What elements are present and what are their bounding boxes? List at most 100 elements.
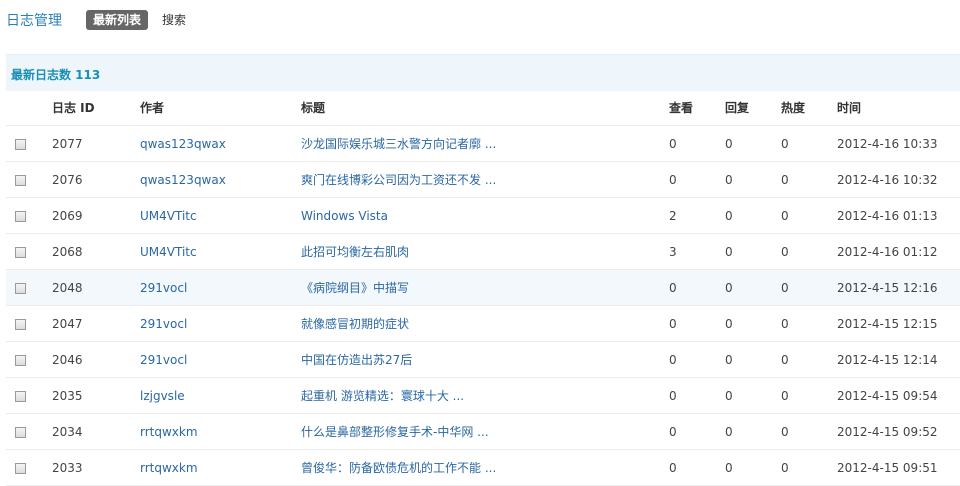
row-id: 2046 [52, 341, 140, 378]
row-replies: 0 [725, 125, 781, 162]
author-link[interactable]: rrtqwxkm [140, 461, 198, 475]
row-replies: 0 [725, 413, 781, 450]
table-row: 2046 291vocl 中国在仿造出苏27后 0 0 0 2012-4-15 … [6, 341, 960, 378]
row-heat: 0 [781, 377, 837, 414]
row-checkbox[interactable] [15, 426, 26, 438]
row-heat: 0 [781, 449, 837, 486]
title-link[interactable]: 就像感冒初期的症状 [301, 317, 409, 331]
row-time: 2012-4-15 12:16 [837, 269, 960, 306]
row-time: 2012-4-15 12:14 [837, 341, 960, 378]
author-link[interactable]: UM4VTitc [140, 209, 197, 223]
row-time: 2012-4-15 12:15 [837, 305, 960, 342]
row-checkbox[interactable] [15, 246, 26, 258]
table-row: 2047 291vocl 就像感冒初期的症状 0 0 0 2012-4-15 1… [6, 305, 960, 342]
row-time: 2012-4-16 01:13 [837, 197, 960, 234]
author-link[interactable]: UM4VTitc [140, 245, 197, 259]
row-time: 2012-4-15 09:52 [837, 413, 960, 450]
title-link[interactable]: 什么是鼻部整形修复手术-中华网 ... [301, 425, 489, 439]
row-id: 2034 [52, 413, 140, 450]
author-link[interactable]: 291vocl [140, 353, 187, 367]
table-row: 2048 291vocl 《病院纲目》中描写 0 0 0 2012-4-15 1… [6, 269, 960, 306]
row-views: 0 [669, 377, 725, 414]
row-views: 0 [669, 305, 725, 342]
table-row: 2069 UM4VTitc Windows Vista 2 0 0 2012-4… [6, 197, 960, 234]
row-id: 2048 [52, 269, 140, 306]
row-replies: 0 [725, 269, 781, 306]
header-time: 时间 [837, 90, 960, 126]
tab-latest-list[interactable]: 最新列表 [86, 10, 149, 30]
title-link[interactable]: 沙龙国际娱乐城三水警方向记者廓 ... [301, 137, 496, 151]
author-link[interactable]: 291vocl [140, 317, 187, 331]
row-time: 2012-4-15 09:54 [837, 377, 960, 414]
row-replies: 0 [725, 377, 781, 414]
title-link[interactable]: 此招可均衡左右肌肉 [301, 245, 409, 259]
tab-search[interactable]: 搜索 [162, 10, 186, 30]
title-link[interactable]: 《病院纲目》中描写 [301, 281, 409, 295]
header-title: 标题 [301, 90, 669, 126]
panel-header: 最新日志数 113 [6, 54, 960, 91]
top-nav: 日志管理 最新列表 搜索 [0, 0, 960, 40]
row-id: 2069 [52, 197, 140, 234]
log-table: 日志 ID 作者 标题 查看 回复 热度 时间 2077 qwas123qwax… [6, 90, 960, 486]
row-time: 2012-4-16 01:12 [837, 233, 960, 270]
row-views: 3 [669, 233, 725, 270]
author-link[interactable]: rrtqwxkm [140, 425, 198, 439]
row-replies: 0 [725, 449, 781, 486]
row-checkbox[interactable] [15, 318, 26, 330]
table-row: 2035 lzjgvsle 起重机 游览精选：寰球十大 ... 0 0 0 20… [6, 377, 960, 414]
row-heat: 0 [781, 197, 837, 234]
row-views: 0 [669, 161, 725, 198]
row-views: 2 [669, 197, 725, 234]
row-id: 2077 [52, 125, 140, 162]
row-replies: 0 [725, 341, 781, 378]
author-link[interactable]: qwas123qwax [140, 137, 226, 151]
row-time: 2012-4-15 09:51 [837, 449, 960, 486]
author-link[interactable]: qwas123qwax [140, 173, 226, 187]
row-replies: 0 [725, 233, 781, 270]
page-title: 日志管理 [6, 13, 62, 29]
row-heat: 0 [781, 233, 837, 270]
title-link[interactable]: 爽门在线博彩公司因为工资还不发 ... [301, 173, 496, 187]
row-checkbox[interactable] [15, 354, 26, 366]
author-link[interactable]: 291vocl [140, 281, 187, 295]
row-id: 2076 [52, 161, 140, 198]
row-views: 0 [669, 341, 725, 378]
table-row: 2077 qwas123qwax 沙龙国际娱乐城三水警方向记者廓 ... 0 0… [6, 125, 960, 162]
row-id: 2033 [52, 449, 140, 486]
row-checkbox[interactable] [15, 210, 26, 222]
row-heat: 0 [781, 413, 837, 450]
table-row: 2033 rrtqwxkm 曾俊华：防备欧债危机的工作不能 ... 0 0 0 … [6, 449, 960, 486]
row-id: 2047 [52, 305, 140, 342]
table-header-row: 日志 ID 作者 标题 查看 回复 热度 时间 [6, 90, 960, 126]
row-checkbox[interactable] [15, 390, 26, 402]
row-checkbox[interactable] [15, 282, 26, 294]
table-row: 2068 UM4VTitc 此招可均衡左右肌肉 3 0 0 2012-4-16 … [6, 233, 960, 270]
header-id: 日志 ID [52, 90, 140, 126]
row-checkbox[interactable] [15, 462, 26, 474]
row-views: 0 [669, 269, 725, 306]
row-id: 2068 [52, 233, 140, 270]
header-author: 作者 [140, 90, 301, 126]
row-views: 0 [669, 413, 725, 450]
title-link[interactable]: 曾俊华：防备欧债危机的工作不能 ... [301, 461, 496, 475]
log-count-label: 最新日志数 113 [11, 68, 101, 82]
row-checkbox[interactable] [15, 138, 26, 150]
row-heat: 0 [781, 161, 837, 198]
row-time: 2012-4-16 10:32 [837, 161, 960, 198]
title-link[interactable]: Windows Vista [301, 209, 388, 223]
header-checkbox [6, 90, 52, 126]
row-views: 0 [669, 449, 725, 486]
header-heat: 热度 [781, 90, 837, 126]
row-replies: 0 [725, 305, 781, 342]
title-link[interactable]: 中国在仿造出苏27后 [301, 353, 412, 367]
title-link[interactable]: 起重机 游览精选：寰球十大 ... [301, 389, 464, 403]
author-link[interactable]: lzjgvsle [140, 389, 185, 403]
table-row: 2076 qwas123qwax 爽门在线博彩公司因为工资还不发 ... 0 0… [6, 161, 960, 198]
row-id: 2035 [52, 377, 140, 414]
row-views: 0 [669, 125, 725, 162]
row-checkbox[interactable] [15, 174, 26, 186]
header-views: 查看 [669, 90, 725, 126]
row-time: 2012-4-16 10:33 [837, 125, 960, 162]
row-replies: 0 [725, 161, 781, 198]
row-heat: 0 [781, 341, 837, 378]
